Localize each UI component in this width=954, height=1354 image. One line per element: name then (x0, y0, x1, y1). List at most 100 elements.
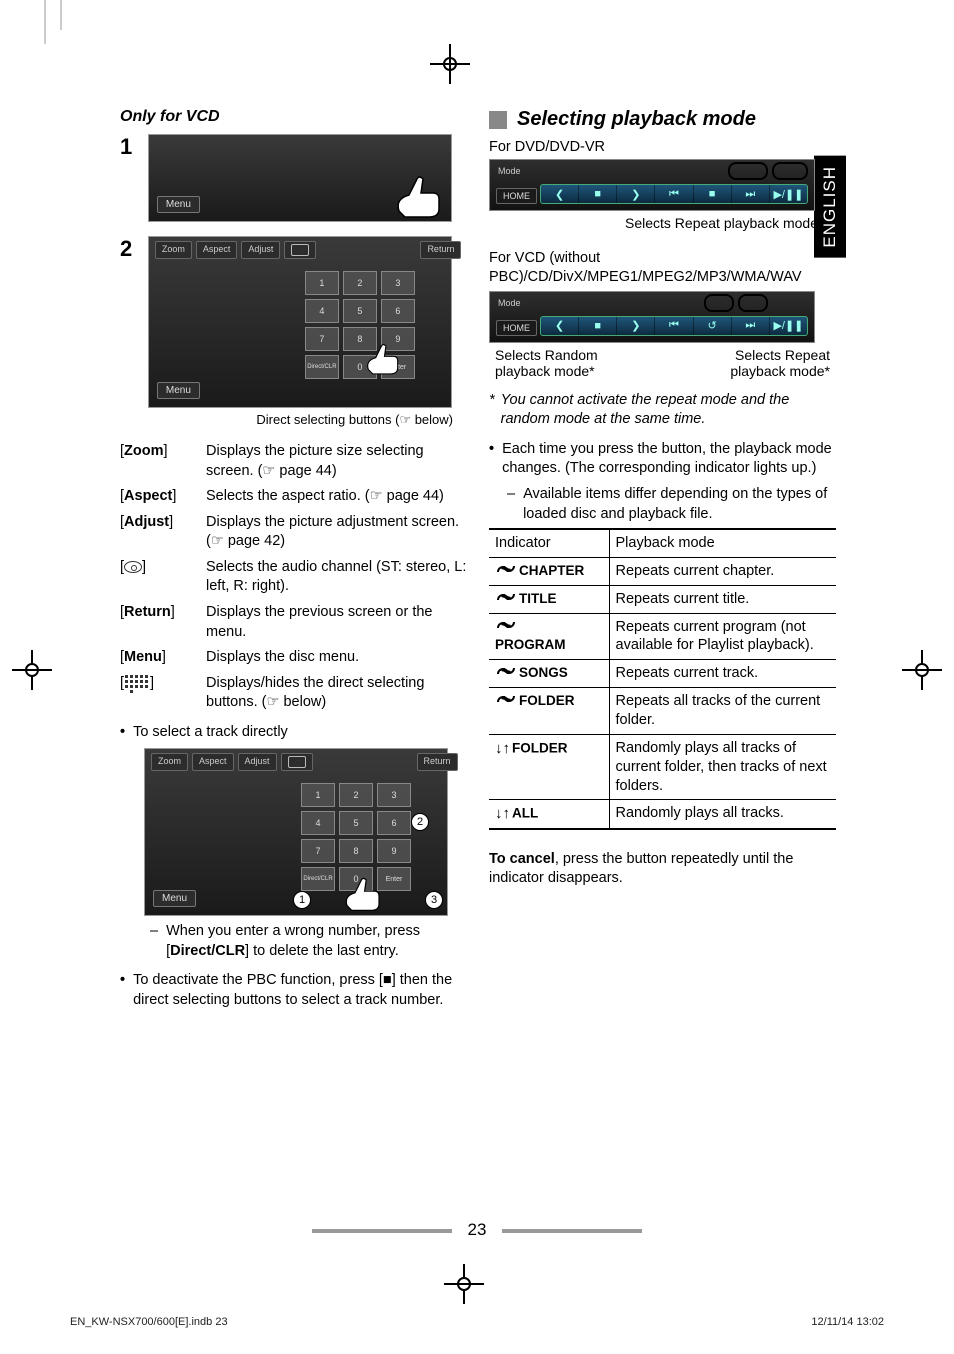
for-dvd-label: For DVD/DVD-VR (489, 139, 836, 155)
def-text: Selects the aspect ratio. (☞ page 44) (206, 487, 467, 507)
key-3[interactable]: 3 (377, 783, 411, 807)
adjust-tab[interactable]: Adjust (241, 241, 280, 259)
menu-button[interactable]: Menu (153, 890, 196, 907)
stop-button[interactable]: ■ (579, 317, 617, 335)
bullet-select-track: •To select a track directly (120, 723, 467, 743)
stop-button[interactable]: ■ (579, 185, 617, 203)
play-pause-button[interactable]: ▶/❚❚ (770, 317, 807, 335)
key-6[interactable]: 6 (377, 811, 411, 835)
def-text: Displays the picture adjustment screen. … (206, 513, 467, 552)
heading-row: Selecting playback mode (489, 108, 836, 131)
numpad-icon (124, 674, 150, 692)
key-7[interactable]: 7 (305, 327, 339, 351)
key-2[interactable]: 2 (339, 783, 373, 807)
stop2-button[interactable]: ■ (694, 185, 732, 203)
crop-mark-right (902, 650, 942, 690)
skip-fwd-button[interactable]: ⏭ (732, 185, 770, 203)
highlight-repeat (728, 162, 768, 180)
two-callouts: Selects Randomplayback mode* Selects Rep… (495, 347, 830, 379)
skip-back-button[interactable]: ⏮ (655, 317, 693, 335)
prev-button[interactable]: ❮ (541, 185, 579, 203)
repeat-icon (495, 562, 517, 581)
key-9[interactable]: 9 (377, 839, 411, 863)
aspect-tab[interactable]: Aspect (192, 753, 234, 771)
key-direct-clr[interactable]: Direct/CLR (305, 355, 339, 379)
zoom-tab[interactable]: Zoom (151, 753, 188, 771)
disc-tab[interactable] (284, 241, 316, 259)
next-button[interactable]: ❯ (617, 317, 655, 335)
adjust-tab[interactable]: Adjust (238, 753, 277, 771)
menu-button[interactable]: Menu (157, 196, 200, 213)
callout-circle-1: 1 (293, 891, 311, 909)
highlight-stop (772, 162, 808, 180)
home-button[interactable]: HOME (496, 188, 537, 204)
return-tab[interactable]: Return (417, 753, 458, 771)
next-button[interactable]: ❯ (617, 185, 655, 203)
return-tab[interactable]: Return (420, 241, 461, 259)
screenshot-keypad: Zoom Aspect Adjust Return 1 2 3 4 5 6 7 … (144, 748, 448, 916)
shuffle-icon: ↓↑ (495, 804, 510, 824)
skip-fwd-button[interactable]: ⏭ (732, 317, 770, 335)
step-1: 1 Menu (120, 134, 467, 222)
prev-button[interactable]: ❮ (541, 317, 579, 335)
key-direct-clr[interactable]: Direct/CLR (301, 867, 335, 891)
icon-button[interactable]: ↺ (694, 317, 732, 335)
definitions-list: [Zoom]Displays the picture size selectin… (120, 442, 467, 713)
def-text: Displays the picture size selecting scre… (206, 442, 467, 481)
footnote-asterisk: *You cannot activate the repeat mode and… (489, 391, 836, 430)
table-head-mode: Playback mode (609, 529, 836, 557)
playback-mode-table: Indicator Playback mode CHAPTERRepeats c… (489, 528, 836, 830)
aspect-tab[interactable]: Aspect (196, 241, 238, 259)
callout-circle-3: 3 (425, 891, 443, 909)
def-text: Displays the previous screen or the menu… (206, 603, 467, 642)
screenshot-step1: Menu (148, 134, 452, 222)
hairline (60, 0, 62, 30)
remote-dvd: Mode HOME ❮ ■ ❯ ⏮ ■ ⏭ ▶/❚❚ (489, 159, 815, 211)
table-cell: Repeats current program (not available f… (609, 613, 836, 660)
highlight-repeat (738, 294, 768, 312)
key-3[interactable]: 3 (381, 271, 415, 295)
highlight-random (704, 294, 734, 312)
key-7[interactable]: 7 (301, 839, 335, 863)
key-4[interactable]: 4 (301, 811, 335, 835)
table-cell: Randomly plays all tracks. (609, 800, 836, 829)
repeat-icon (495, 692, 517, 711)
pointing-hand-icon (389, 169, 449, 219)
key-1[interactable]: 1 (305, 271, 339, 295)
def-text: Displays/hides the direct selecting butt… (206, 674, 467, 713)
crop-mark-bottom (444, 1264, 484, 1304)
key-8[interactable]: 8 (339, 839, 373, 863)
play-pause-button[interactable]: ▶/❚❚ (770, 185, 807, 203)
remote-vcd: Mode HOME ❮ ■ ❯ ⏮ ↺ ⏭ ▶/❚❚ (489, 291, 815, 343)
bullet-pbc: •To deactivate the PBC function, press [… (120, 971, 467, 1010)
key-5[interactable]: 5 (339, 811, 373, 835)
key-2[interactable]: 2 (343, 271, 377, 295)
callout-circle-2: 2 (411, 813, 429, 831)
bullet-each-press: •Each time you press the button, the pla… (489, 440, 836, 479)
cancel-note: To cancel, press the button repeatedly u… (489, 850, 836, 889)
key-4[interactable]: 4 (305, 299, 339, 323)
hairline (44, 0, 46, 44)
sub-available: –Available items differ depending on the… (507, 485, 836, 524)
def-label-return: [Return] (120, 603, 206, 642)
table-cell: Repeats current track. (609, 660, 836, 688)
repeat-icon (495, 664, 517, 683)
key-6[interactable]: 6 (381, 299, 415, 323)
skip-back-button[interactable]: ⏮ (655, 185, 693, 203)
shuffle-icon: ↓↑ (495, 739, 510, 759)
mode-label: Mode (498, 166, 521, 176)
callout-repeat: Selects Repeat playback mode (489, 215, 818, 231)
repeat-icon (495, 590, 517, 609)
menu-button[interactable]: Menu (157, 382, 200, 399)
home-button[interactable]: HOME (496, 320, 537, 336)
for-vcd-label: For VCD (without PBC)/CD/DivX/MPEG1/MPEG… (489, 249, 836, 287)
key-5[interactable]: 5 (343, 299, 377, 323)
def-label-zoom: [Zoom] (120, 442, 206, 481)
key-1[interactable]: 1 (301, 783, 335, 807)
table-head-indicator: Indicator (489, 529, 609, 557)
step-number: 2 (120, 236, 144, 262)
disc-tab[interactable] (281, 753, 313, 771)
section-title-vcd: Only for VCD (120, 108, 467, 126)
right-column: Selecting playback mode For DVD/DVD-VR M… (489, 108, 836, 1017)
zoom-tab[interactable]: Zoom (155, 241, 192, 259)
